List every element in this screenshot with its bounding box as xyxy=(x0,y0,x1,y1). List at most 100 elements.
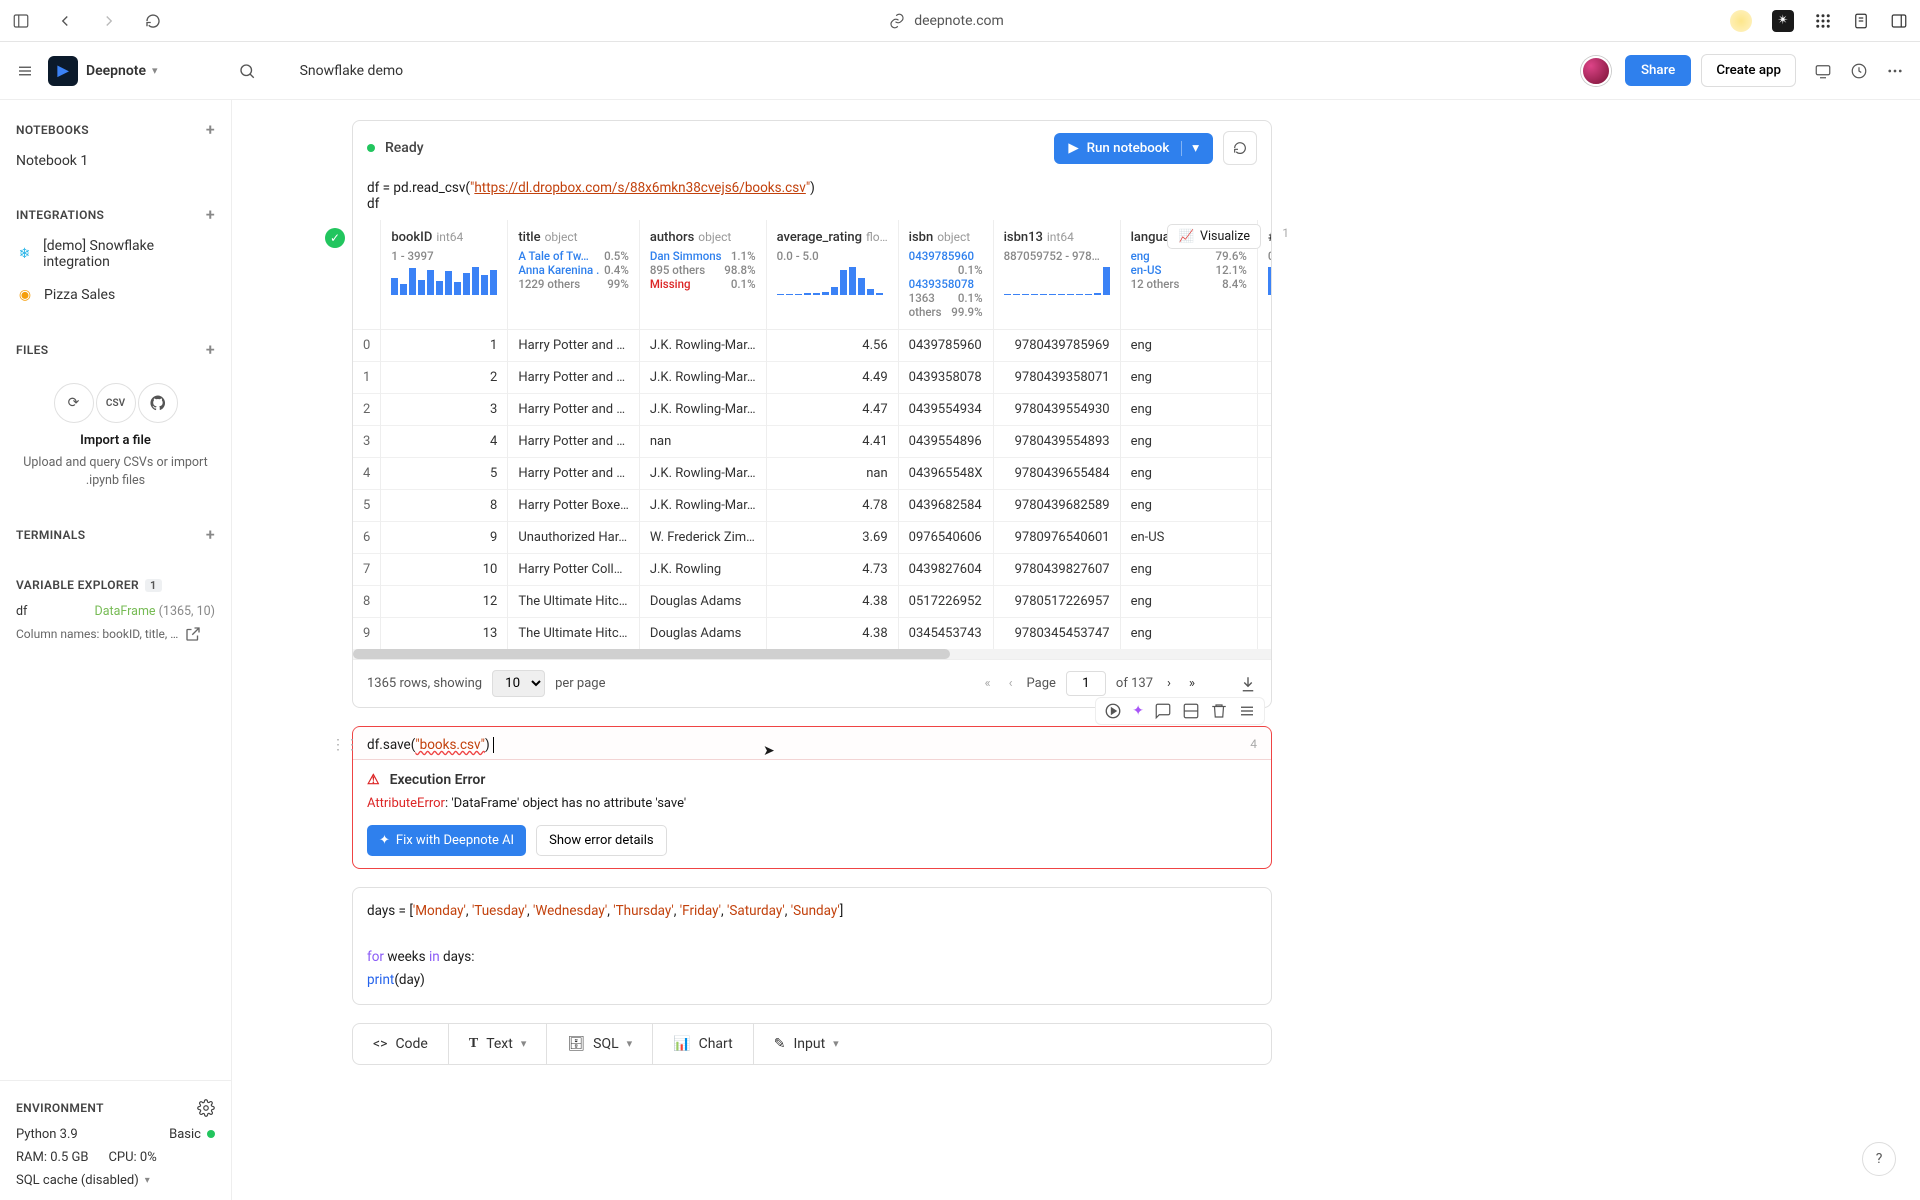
table-row[interactable]: 913The Ultimate Hitc…Douglas Adams4.3803… xyxy=(353,618,1271,650)
add-notebook-button[interactable]: + xyxy=(206,120,215,139)
prev-page-button[interactable]: ‹ xyxy=(1005,676,1017,691)
code-editor[interactable]: df.save("books.csv") 4 xyxy=(353,727,1271,759)
env-ram: RAM: 0.5 GB xyxy=(16,1150,88,1165)
play-icon: ▶ xyxy=(1068,141,1078,156)
search-icon[interactable] xyxy=(238,62,256,80)
add-chart-button[interactable]: 📊Chart xyxy=(653,1024,754,1064)
reload-icon[interactable] xyxy=(144,12,162,30)
present-icon[interactable] xyxy=(1814,62,1832,80)
avatar[interactable] xyxy=(1581,56,1611,86)
mouse-cursor: ➤ xyxy=(763,743,775,759)
code-cell-1[interactable]: Ready ▶ Run notebook ▾ df = pd.read_csv(… xyxy=(352,120,1272,708)
restart-kernel-button[interactable] xyxy=(1223,131,1257,165)
ext-icon-1[interactable] xyxy=(1730,10,1752,32)
run-dropdown-icon[interactable]: ▾ xyxy=(1181,141,1199,156)
table-row[interactable]: 01Harry Potter and …J.K. Rowling-Mar…4.5… xyxy=(353,330,1271,362)
column-summary: 04397859600.1%04393580780.1%1363 others9… xyxy=(898,249,993,330)
workspace-name: Deepnote xyxy=(86,63,146,79)
column-header[interactable]: bookIDint64 xyxy=(381,220,508,249)
first-page-button[interactable]: « xyxy=(981,676,995,691)
last-page-button[interactable]: » xyxy=(1185,676,1199,691)
horizontal-scrollbar[interactable] xyxy=(353,649,1271,659)
code-editor[interactable]: days = ['Monday', 'Tuesday', 'Wednesday'… xyxy=(353,888,1271,1004)
breadcrumb[interactable]: Snowflake demo xyxy=(300,63,404,79)
fix-with-ai-button[interactable]: ✦Fix with Deepnote AI xyxy=(367,825,526,856)
add-sql-button[interactable]: 🗄SQL▾ xyxy=(547,1024,653,1064)
url-text[interactable]: deepnote.com xyxy=(914,13,1004,29)
visualize-button[interactable]: 📈Visualize xyxy=(1167,224,1261,249)
add-terminal-button[interactable]: + xyxy=(206,525,215,544)
gear-icon[interactable] xyxy=(197,1099,215,1117)
table-row[interactable]: 12Harry Potter and …J.K. Rowling-Mar…4.4… xyxy=(353,362,1271,394)
add-input-button[interactable]: ✎Input▾ xyxy=(754,1024,1271,1064)
column-summary: 0 xyxy=(1257,249,1271,330)
browser-chrome: deepnote.com ✴ xyxy=(0,0,1920,42)
env-plan: Basic xyxy=(169,1127,201,1142)
notebook-item[interactable]: Notebook 1 xyxy=(0,145,231,177)
column-header[interactable]: isbnobject xyxy=(898,220,993,249)
apps-icon[interactable] xyxy=(1814,12,1832,30)
more-icon[interactable] xyxy=(1886,62,1904,80)
dataframe-output: ✓ 📈Visualize 1 bookIDint64titleobjectaut… xyxy=(353,220,1271,707)
dataframe-table[interactable]: bookIDint64titleobjectauthorsobjectavera… xyxy=(353,220,1271,649)
code-cell-3[interactable]: days = ['Monday', 'Tuesday', 'Wednesday'… xyxy=(352,887,1272,1005)
table-row[interactable]: 710Harry Potter Coll…J.K. Rowling4.73043… xyxy=(353,554,1271,586)
environment-block: ENVIRONMENT Python 3.9Basic RAM: 0.5 GBC… xyxy=(0,1080,231,1200)
code-editor[interactable]: df = pd.read_csv("https://dl.dropbox.com… xyxy=(353,176,1271,220)
back-icon[interactable] xyxy=(56,12,74,30)
env-python: Python 3.9 xyxy=(16,1127,78,1142)
forward-icon[interactable] xyxy=(100,12,118,30)
sync-icon: ⟳ xyxy=(54,383,94,423)
table-row[interactable]: 69Unauthorized Har…W. Frederick Zim…3.69… xyxy=(353,522,1271,554)
ai-sparkle-icon[interactable]: ✦ xyxy=(1132,703,1144,719)
delete-cell-icon[interactable] xyxy=(1210,702,1228,720)
env-cpu: CPU: 0% xyxy=(108,1150,156,1165)
next-page-button[interactable]: › xyxy=(1163,676,1175,691)
add-integration-button[interactable]: + xyxy=(206,205,215,224)
terminals-header: TERMINALS+ xyxy=(0,525,231,544)
comment-icon[interactable] xyxy=(1154,702,1172,720)
files-dropzone[interactable]: ⟳ CSV Import a file Upload and query CSV… xyxy=(0,365,231,497)
table-row[interactable]: 23Harry Potter and …J.K. Rowling-Mar…4.4… xyxy=(353,394,1271,426)
hide-output-icon[interactable] xyxy=(1182,702,1200,720)
history-icon[interactable] xyxy=(1850,62,1868,80)
rows-per-page-select[interactable]: 10 xyxy=(492,670,545,697)
column-header[interactable]: titleobject xyxy=(508,220,640,249)
code-cell-2-error[interactable]: ⋮⋮ ✦ ➤ df.save("books.csv") 4 ⚠Execution… xyxy=(352,726,1272,869)
menu-icon[interactable] xyxy=(16,62,34,80)
workspace-switcher[interactable]: Deepnote ▾ xyxy=(86,63,158,79)
table-row[interactable]: 34Harry Potter and …nan4.410439554896978… xyxy=(353,426,1271,458)
create-app-button[interactable]: Create app xyxy=(1701,54,1796,87)
table-row[interactable]: 45Harry Potter and …J.K. Rowling-Mar…nan… xyxy=(353,458,1271,490)
env-cache-toggle[interactable]: SQL cache (disabled)▾ xyxy=(16,1173,215,1188)
add-code-button[interactable]: <>Code xyxy=(353,1024,449,1064)
drag-handle-icon[interactable]: ⋮⋮ xyxy=(331,737,359,753)
help-button[interactable]: ? xyxy=(1862,1142,1896,1176)
column-header[interactable]: isbn13int64 xyxy=(993,220,1120,249)
column-header[interactable]: authorsobject xyxy=(639,220,766,249)
panel-right-icon[interactable] xyxy=(1890,12,1908,30)
run-cell-icon[interactable] xyxy=(1104,702,1122,720)
share-button[interactable]: Share xyxy=(1625,55,1691,86)
note-icon[interactable] xyxy=(1852,12,1870,30)
table-row[interactable]: 58Harry Potter Boxe…J.K. Rowling-Mar…4.7… xyxy=(353,490,1271,522)
integration-item-pizza[interactable]: ◉ Pizza Sales xyxy=(0,278,231,312)
column-header[interactable]: average_ratingflo… xyxy=(766,220,898,249)
column-summary: 0.0 - 5.0 xyxy=(766,249,898,330)
ext-icon-2[interactable]: ✴ xyxy=(1772,10,1794,32)
pencil-icon: ✎ xyxy=(774,1036,786,1052)
variable-row[interactable]: df DataFrame (1365, 10) xyxy=(0,598,231,625)
run-notebook-button[interactable]: ▶ Run notebook ▾ xyxy=(1054,133,1213,164)
panel-left-icon[interactable] xyxy=(12,12,30,30)
app-logo[interactable]: ▶ xyxy=(48,56,78,86)
table-row[interactable]: 812The Ultimate Hitc…Douglas Adams4.3805… xyxy=(353,586,1271,618)
column-summary: A Tale of Tw…0.5%Anna Karenina .0.4%1229… xyxy=(508,249,640,330)
download-button[interactable] xyxy=(1239,675,1257,693)
page-input[interactable] xyxy=(1066,671,1106,696)
integration-item-snowflake[interactable]: ❄ [demo] Snowflake integration xyxy=(0,230,231,278)
show-error-details-button[interactable]: Show error details xyxy=(536,825,667,856)
cell-menu-icon[interactable] xyxy=(1238,702,1256,720)
add-file-button[interactable]: + xyxy=(206,340,215,359)
add-text-button[interactable]: TText▾ xyxy=(449,1024,548,1064)
open-external-icon[interactable] xyxy=(184,625,202,643)
